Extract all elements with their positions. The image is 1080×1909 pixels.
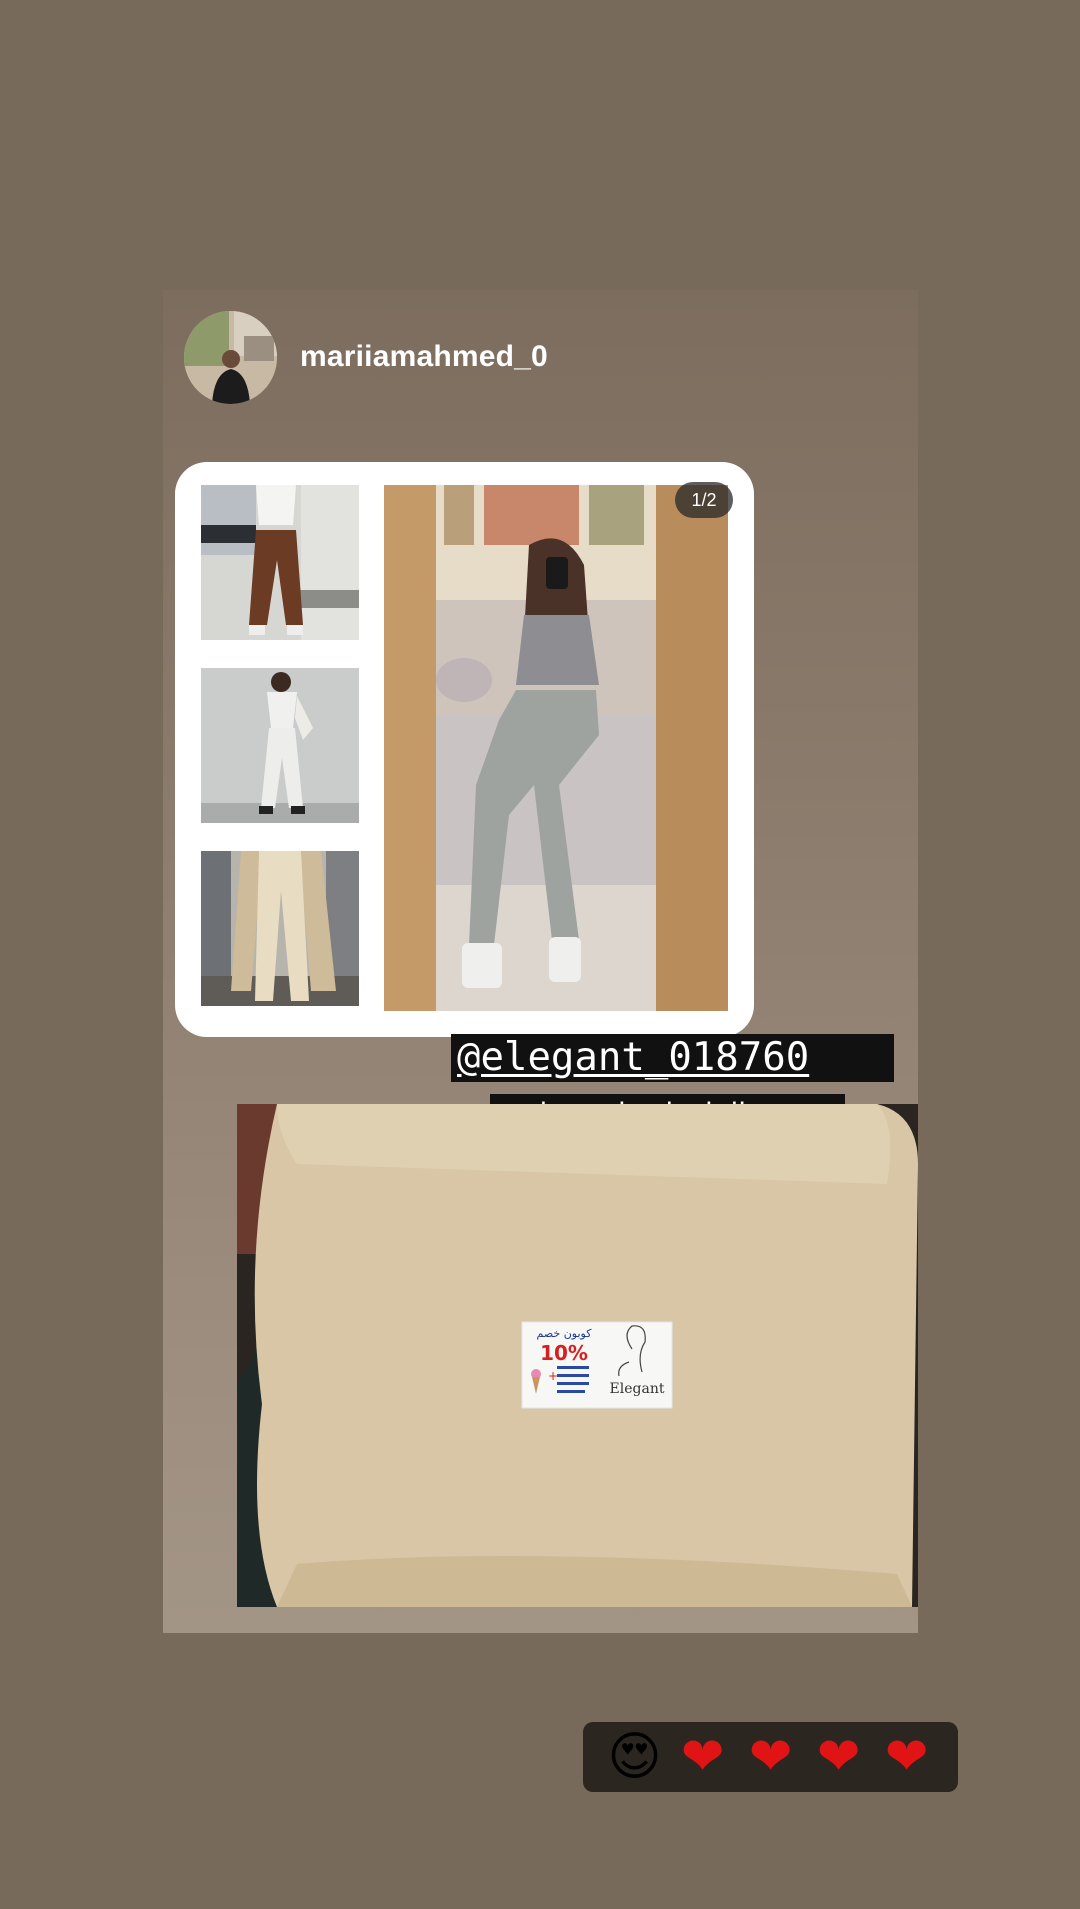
product-photo[interactable]: كوبون خصم 10% + Elegant (237, 1104, 918, 1607)
page-indicator: 1/2 (675, 482, 733, 518)
coupon-brand: Elegant (610, 1381, 665, 1397)
mention-sticker[interactable]: @elegant_018760 (451, 1034, 894, 1082)
svg-text:+: + (548, 1369, 558, 1383)
outfit-photo-beige-pants (201, 851, 359, 1006)
red-heart-icon: ❤ (748, 1727, 793, 1787)
outfit-collage (201, 485, 361, 1011)
red-heart-icon: ❤ (680, 1727, 725, 1787)
coupon-discount: 10% (540, 1341, 588, 1365)
mirror-selfie-photo[interactable] (384, 485, 728, 1011)
outfit-photo-white-set (201, 668, 359, 823)
profile-avatar[interactable] (184, 311, 277, 404)
username[interactable]: mariiamahmed_0 (300, 340, 548, 374)
outfit-photo-brown-pants (201, 485, 359, 640)
heart-eyes-emoji: 😍 (607, 1728, 662, 1786)
red-heart-icon: ❤ (884, 1727, 929, 1787)
red-heart-icon: ❤ (816, 1727, 861, 1787)
mention-text[interactable]: @elegant_018760 (457, 1035, 809, 1080)
coupon-card: كوبون خصم 10% + Elegant (521, 1321, 673, 1409)
coupon-title: كوبون خصم (537, 1327, 593, 1340)
reaction-bar[interactable]: 😍 ❤ ❤ ❤ ❤ (583, 1722, 958, 1792)
